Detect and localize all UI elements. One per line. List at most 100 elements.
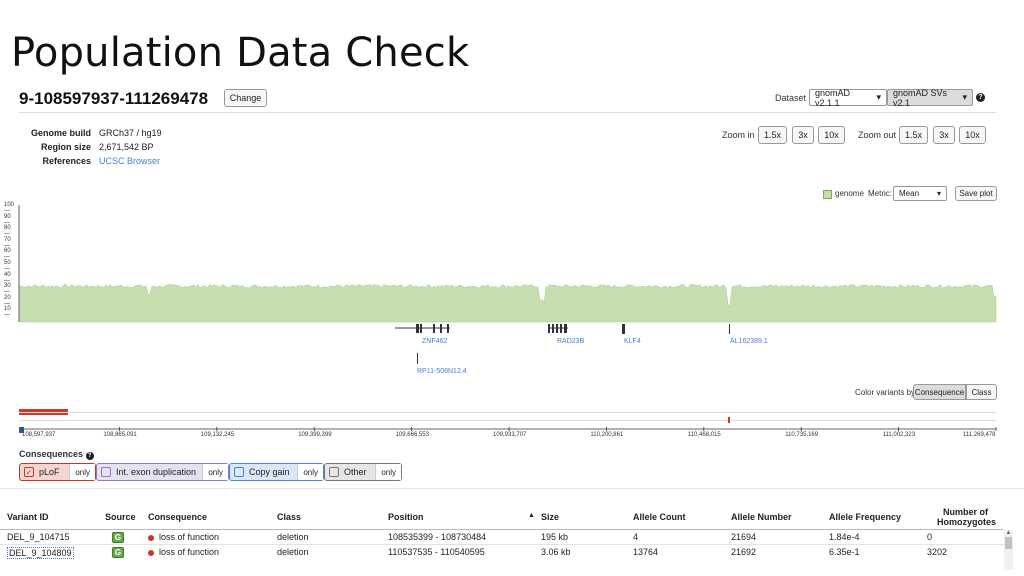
- genome-legend-swatch: [823, 190, 832, 199]
- genome-build-value: GRCh37 / hg19: [99, 128, 162, 138]
- zoom-out-10x-button[interactable]: 10x: [959, 126, 986, 144]
- filter-other[interactable]: Other only: [324, 463, 402, 481]
- position-tick-label: 109,933,707: [493, 432, 527, 438]
- col-variant-id[interactable]: Variant ID: [7, 512, 49, 522]
- zoom-in-10x-button[interactable]: 10x: [818, 126, 845, 144]
- filter-copy-gain-label: Copy gain: [249, 467, 290, 477]
- filter-plof-only-button[interactable]: only: [69, 464, 95, 480]
- col-class[interactable]: Class: [277, 512, 301, 522]
- chevron-down-icon: ▾: [876, 92, 881, 102]
- filter-int-exon-dup-only-button[interactable]: only: [202, 464, 228, 480]
- position-cell: 108535399 - 108730484: [388, 532, 487, 542]
- dataset-select-v2[interactable]: gnomAD v2.1.1 ▾: [809, 87, 887, 108]
- col-number-of[interactable]: Number of: [943, 507, 988, 517]
- zoom-out-1-5x-button[interactable]: 1.5x: [899, 126, 928, 144]
- col-homozygotes[interactable]: Homozygotes: [937, 517, 996, 527]
- gene-label-al162389[interactable]: AL162389.1: [730, 338, 768, 345]
- scroll-up-icon[interactable]: ▲: [1004, 530, 1013, 536]
- section-divider: [0, 488, 1024, 489]
- genome-legend-label: genome: [835, 189, 864, 198]
- allele-count-cell: 4: [633, 532, 639, 542]
- help-icon[interactable]: ?: [976, 93, 985, 102]
- gene-label-rp11[interactable]: RP11-508N12.4: [417, 368, 467, 375]
- filter-other-only-button[interactable]: only: [375, 464, 401, 480]
- position-tick-label: 110,200,861: [590, 432, 624, 438]
- size-cell: 195 kb: [541, 532, 569, 542]
- position-tick-label: 109,666,553: [395, 432, 429, 438]
- sort-asc-icon[interactable]: ▲: [528, 512, 535, 519]
- variant-id-link[interactable]: DEL_9_104715: [7, 532, 70, 542]
- zoom-in-3x-button[interactable]: 3x: [792, 126, 814, 144]
- consequence-text: loss of function: [159, 532, 220, 542]
- consequence-dot-icon: [148, 549, 154, 556]
- size-cell: 3.06 kb: [541, 547, 571, 557]
- homozygotes-cell: 0: [927, 532, 933, 542]
- position-tick-label: 109,132,245: [200, 432, 235, 438]
- allele-frequency-cell: 6.35e-1: [829, 547, 860, 557]
- filter-plof[interactable]: ✓ pLoF only: [19, 463, 96, 481]
- variant-track-line: [19, 412, 996, 413]
- save-plot-button[interactable]: Save plot: [955, 186, 997, 201]
- color-by-consequence-button[interactable]: Consequence: [913, 384, 966, 400]
- consequence-cell: loss of function: [148, 547, 219, 557]
- col-source[interactable]: Source: [105, 512, 136, 522]
- col-allele-frequency[interactable]: Allele Frequency: [829, 512, 901, 522]
- filter-plof-label: pLoF: [39, 467, 60, 477]
- checkbox-other[interactable]: [329, 467, 339, 477]
- help-icon[interactable]: ?: [85, 452, 94, 460]
- checkbox-plof[interactable]: ✓: [24, 467, 34, 477]
- dataset-option-v2: gnomAD v2.1.1: [815, 87, 851, 108]
- allele-number-cell: 21692: [731, 547, 757, 557]
- zoom-in-1-5x-button[interactable]: 1.5x: [758, 126, 787, 144]
- variant-id-link[interactable]: DEL_9_104809: [7, 547, 74, 559]
- filter-int-exon-dup[interactable]: Int. exon duplication only: [96, 463, 229, 481]
- position-tick-label: 108,865,091: [103, 432, 137, 438]
- header-divider: [19, 112, 996, 113]
- col-allele-number[interactable]: Allele Number: [731, 512, 792, 522]
- help-icon-glyph: ?: [978, 94, 983, 101]
- zoom-in-label: Zoom in: [722, 130, 755, 140]
- allele-number-cell: 21694: [731, 532, 757, 542]
- consequences-title: Consequences ?: [19, 449, 94, 460]
- allele-count-cell: 13764: [633, 547, 659, 557]
- class-cell: deletion: [277, 532, 309, 542]
- dataset-label: Dataset: [775, 93, 807, 103]
- allele-frequency-cell: 1.84e-4: [829, 532, 860, 542]
- homozygotes-cell: 3202: [927, 547, 948, 557]
- region-size-key: Region size: [40, 142, 91, 152]
- class-cell: deletion: [277, 547, 309, 557]
- table-scrollbar[interactable]: ▲: [1004, 530, 1013, 570]
- position-cell: 110537535 - 110540595: [388, 547, 485, 557]
- gene-label-klf4[interactable]: KLF4: [624, 338, 641, 345]
- color-by-class-button[interactable]: Class: [966, 384, 997, 400]
- color-variants-label: Color variants by: [855, 388, 916, 397]
- checkbox-copy-gain[interactable]: [234, 467, 244, 477]
- gene-label-rad23b[interactable]: RAD23B: [557, 338, 584, 345]
- checkbox-int-exon-dup[interactable]: [101, 467, 111, 477]
- position-tick-label: 111,002,323: [882, 432, 916, 438]
- zoom-out-3x-button[interactable]: 3x: [933, 126, 955, 144]
- source-badge: G: [112, 532, 124, 543]
- references-key: References: [42, 156, 91, 166]
- filter-copy-gain[interactable]: Copy gain only: [229, 463, 324, 481]
- dataset-select-svs[interactable]: gnomAD SVs v2.1 ▾: [887, 88, 973, 108]
- filter-copy-gain-only-button[interactable]: only: [297, 464, 323, 480]
- col-allele-count[interactable]: Allele Count: [633, 512, 686, 522]
- metric-label: Metric:: [868, 189, 892, 198]
- position-tick-label: 108,597,937: [22, 432, 56, 438]
- consequence-cell: loss of function: [148, 532, 219, 542]
- col-consequence[interactable]: Consequence: [148, 512, 207, 522]
- col-position[interactable]: Position: [388, 512, 424, 522]
- col-size[interactable]: Size: [541, 512, 559, 522]
- slide-title: Population Data Check: [11, 30, 470, 76]
- change-button[interactable]: Change: [224, 89, 267, 107]
- metric-select[interactable]: Mean ▾: [893, 186, 947, 201]
- filter-other-label: Other: [344, 467, 367, 477]
- gene-label-znf462[interactable]: ZNF462: [422, 338, 447, 345]
- ucsc-browser-link[interactable]: UCSC Browser: [99, 156, 160, 166]
- variant-marker[interactable]: [728, 417, 730, 423]
- scrollbar-thumb[interactable]: [1005, 537, 1012, 549]
- region-size-value: 2,671,542 BP: [99, 142, 154, 152]
- gene-track: [395, 324, 730, 364]
- region-title: 9-108597937-111269478: [19, 89, 209, 108]
